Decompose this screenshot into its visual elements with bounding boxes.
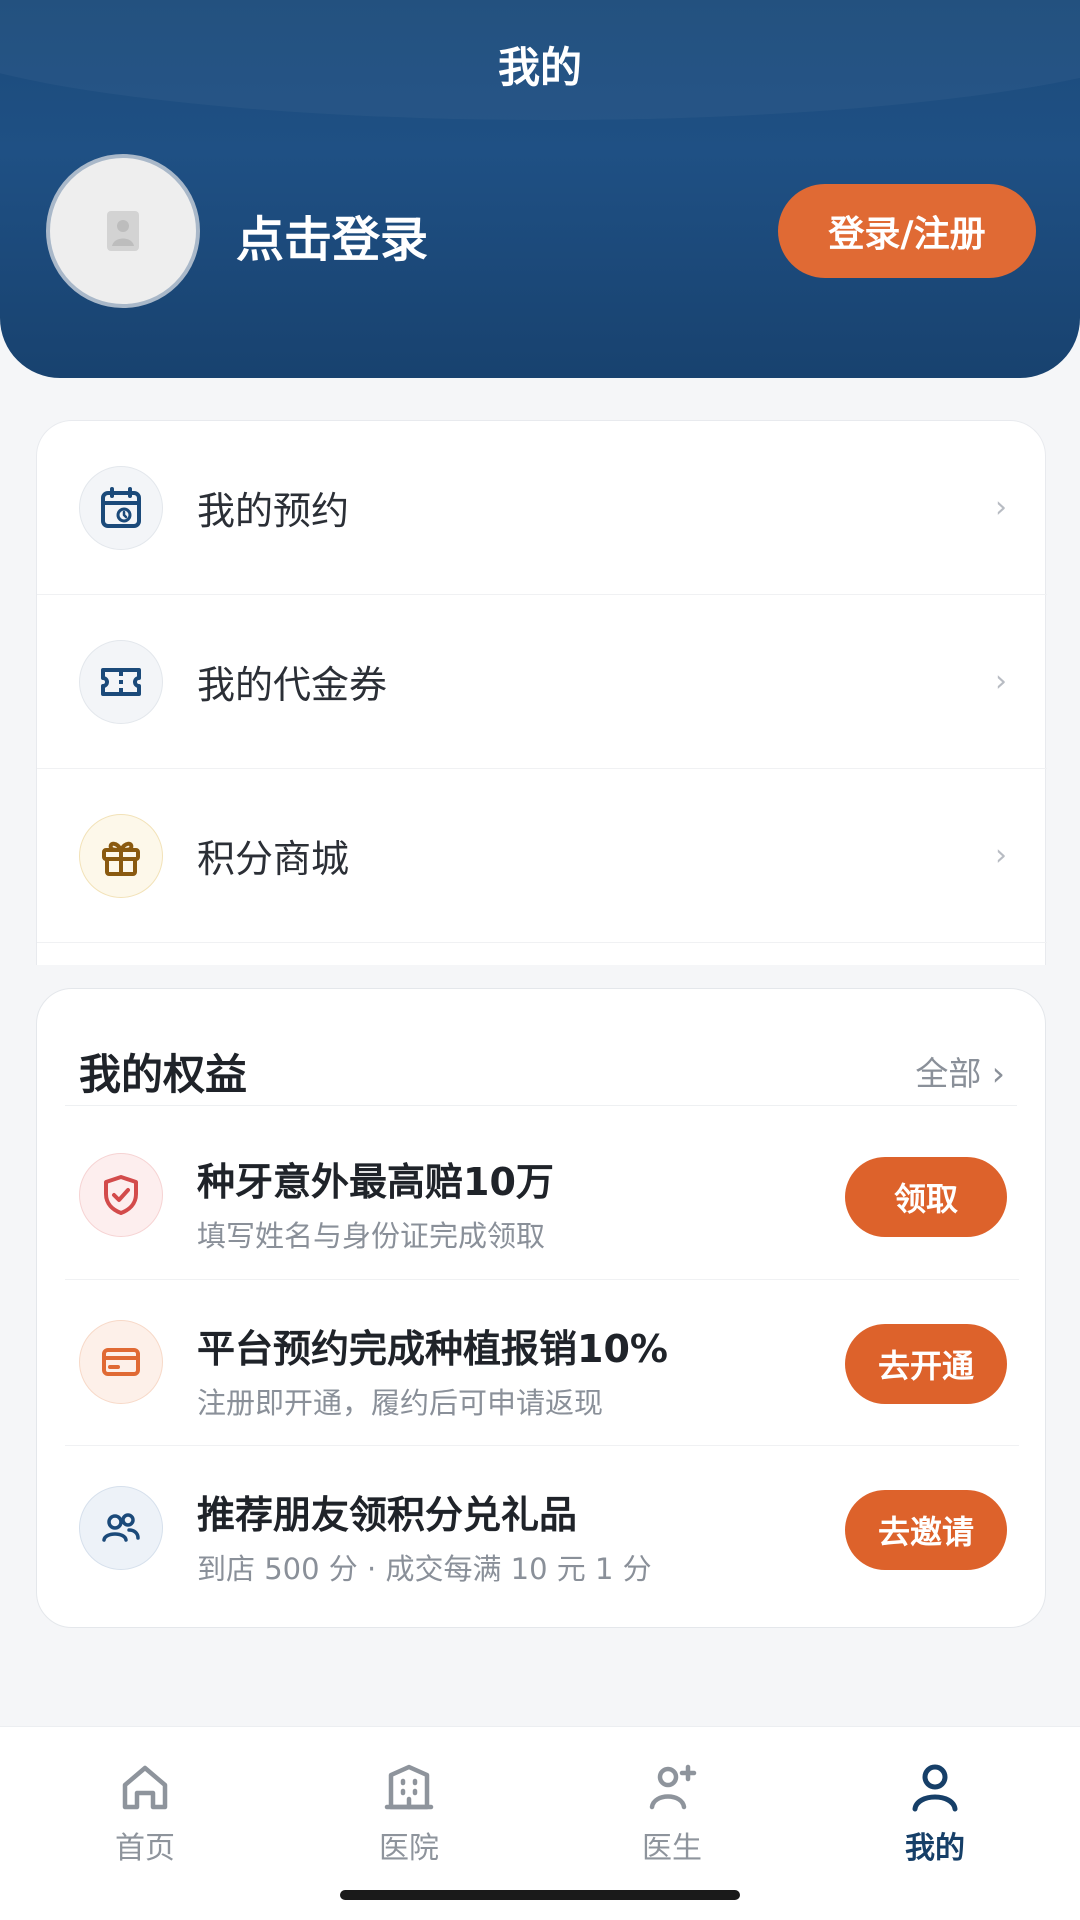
page-title: 我的 bbox=[497, 43, 582, 92]
tab-doctor[interactable]: 医生 bbox=[592, 1757, 752, 1877]
tab-label: 我的 bbox=[905, 1831, 965, 1866]
people-icon bbox=[79, 1486, 163, 1570]
activate-button[interactable]: 去开通 bbox=[845, 1324, 1007, 1404]
login-register-button[interactable]: 登录/注册 bbox=[778, 184, 1036, 278]
benefit-item-reimbursement: 平台预约完成种植报销10% 注册即开通，履约后可申请返现 去开通 bbox=[65, 1279, 1019, 1445]
tab-label: 首页 bbox=[115, 1831, 175, 1866]
doctor-icon bbox=[642, 1757, 702, 1817]
menu-item-appointments[interactable]: 我的预约 › bbox=[37, 421, 1047, 595]
shield-check-icon bbox=[79, 1153, 163, 1237]
menu-item-vouchers[interactable]: 我的代金券 › bbox=[37, 595, 1047, 769]
benefit-item-insurance: 种牙意外最高赔10万 填写姓名与身份证完成领取 领取 bbox=[37, 1113, 1047, 1279]
home-icon bbox=[115, 1757, 175, 1817]
menu-item-label: 我的预约 bbox=[197, 489, 350, 533]
benefit-title: 种牙意外最高赔10万 bbox=[197, 1160, 554, 1204]
benefit-subtitle: 填写姓名与身份证完成领取 bbox=[197, 1219, 546, 1253]
menu-item-label: 我的代金券 bbox=[197, 663, 388, 707]
hospital-icon bbox=[379, 1757, 439, 1817]
benefits-card: 我的权益 全部 › 种牙意外最高赔10万 填写姓名与身份证完成领取 领取 平台预… bbox=[36, 988, 1046, 1628]
invite-button[interactable]: 去邀请 bbox=[845, 1490, 1007, 1570]
tab-label: 医生 bbox=[642, 1831, 702, 1866]
avatar-placeholder-icon bbox=[107, 211, 139, 251]
home-indicator bbox=[340, 1890, 740, 1900]
chevron-right-icon: › bbox=[995, 664, 1007, 699]
chevron-right-icon: › bbox=[995, 838, 1007, 873]
divider bbox=[65, 1105, 1017, 1106]
login-prompt[interactable]: 点击登录 bbox=[236, 200, 428, 270]
user-icon bbox=[905, 1757, 965, 1817]
tab-label: 医院 bbox=[379, 1831, 439, 1866]
benefit-subtitle: 到店 500 分 · 成交每满 10 元 1 分 bbox=[197, 1552, 652, 1586]
card-icon bbox=[79, 1320, 163, 1404]
tab-home[interactable]: 首页 bbox=[65, 1757, 225, 1877]
benefits-title: 我的权益 bbox=[79, 1050, 248, 1099]
benefits-view-all-link[interactable]: 全部 › bbox=[915, 1047, 1005, 1095]
benefit-title: 平台预约完成种植报销10% bbox=[197, 1327, 668, 1371]
menu-item-points-mall[interactable]: 积分商城 › bbox=[37, 769, 1047, 943]
gift-icon bbox=[79, 813, 163, 898]
menu-item-label: 积分商城 bbox=[197, 837, 350, 881]
claim-button[interactable]: 领取 bbox=[845, 1157, 1007, 1237]
benefit-title: 推荐朋友领积分兑礼品 bbox=[197, 1493, 578, 1537]
avatar[interactable] bbox=[46, 154, 200, 308]
calendar-icon bbox=[79, 465, 163, 550]
profile-header: 我的 点击登录 登录/注册 bbox=[0, 0, 1080, 378]
chevron-right-icon: › bbox=[995, 490, 1007, 525]
benefit-subtitle: 注册即开通，履约后可申请返现 bbox=[197, 1386, 604, 1420]
ticket-icon bbox=[79, 639, 163, 724]
menu-card: 我的预约 › 我的代金券 › 积分商城 › bbox=[36, 420, 1047, 965]
benefit-item-referral: 推荐朋友领积分兑礼品 到店 500 分 · 成交每满 10 元 1 分 去邀请 bbox=[65, 1445, 1019, 1611]
tab-hospital[interactable]: 医院 bbox=[329, 1757, 489, 1877]
tab-mine[interactable]: 我的 bbox=[855, 1757, 1015, 1877]
